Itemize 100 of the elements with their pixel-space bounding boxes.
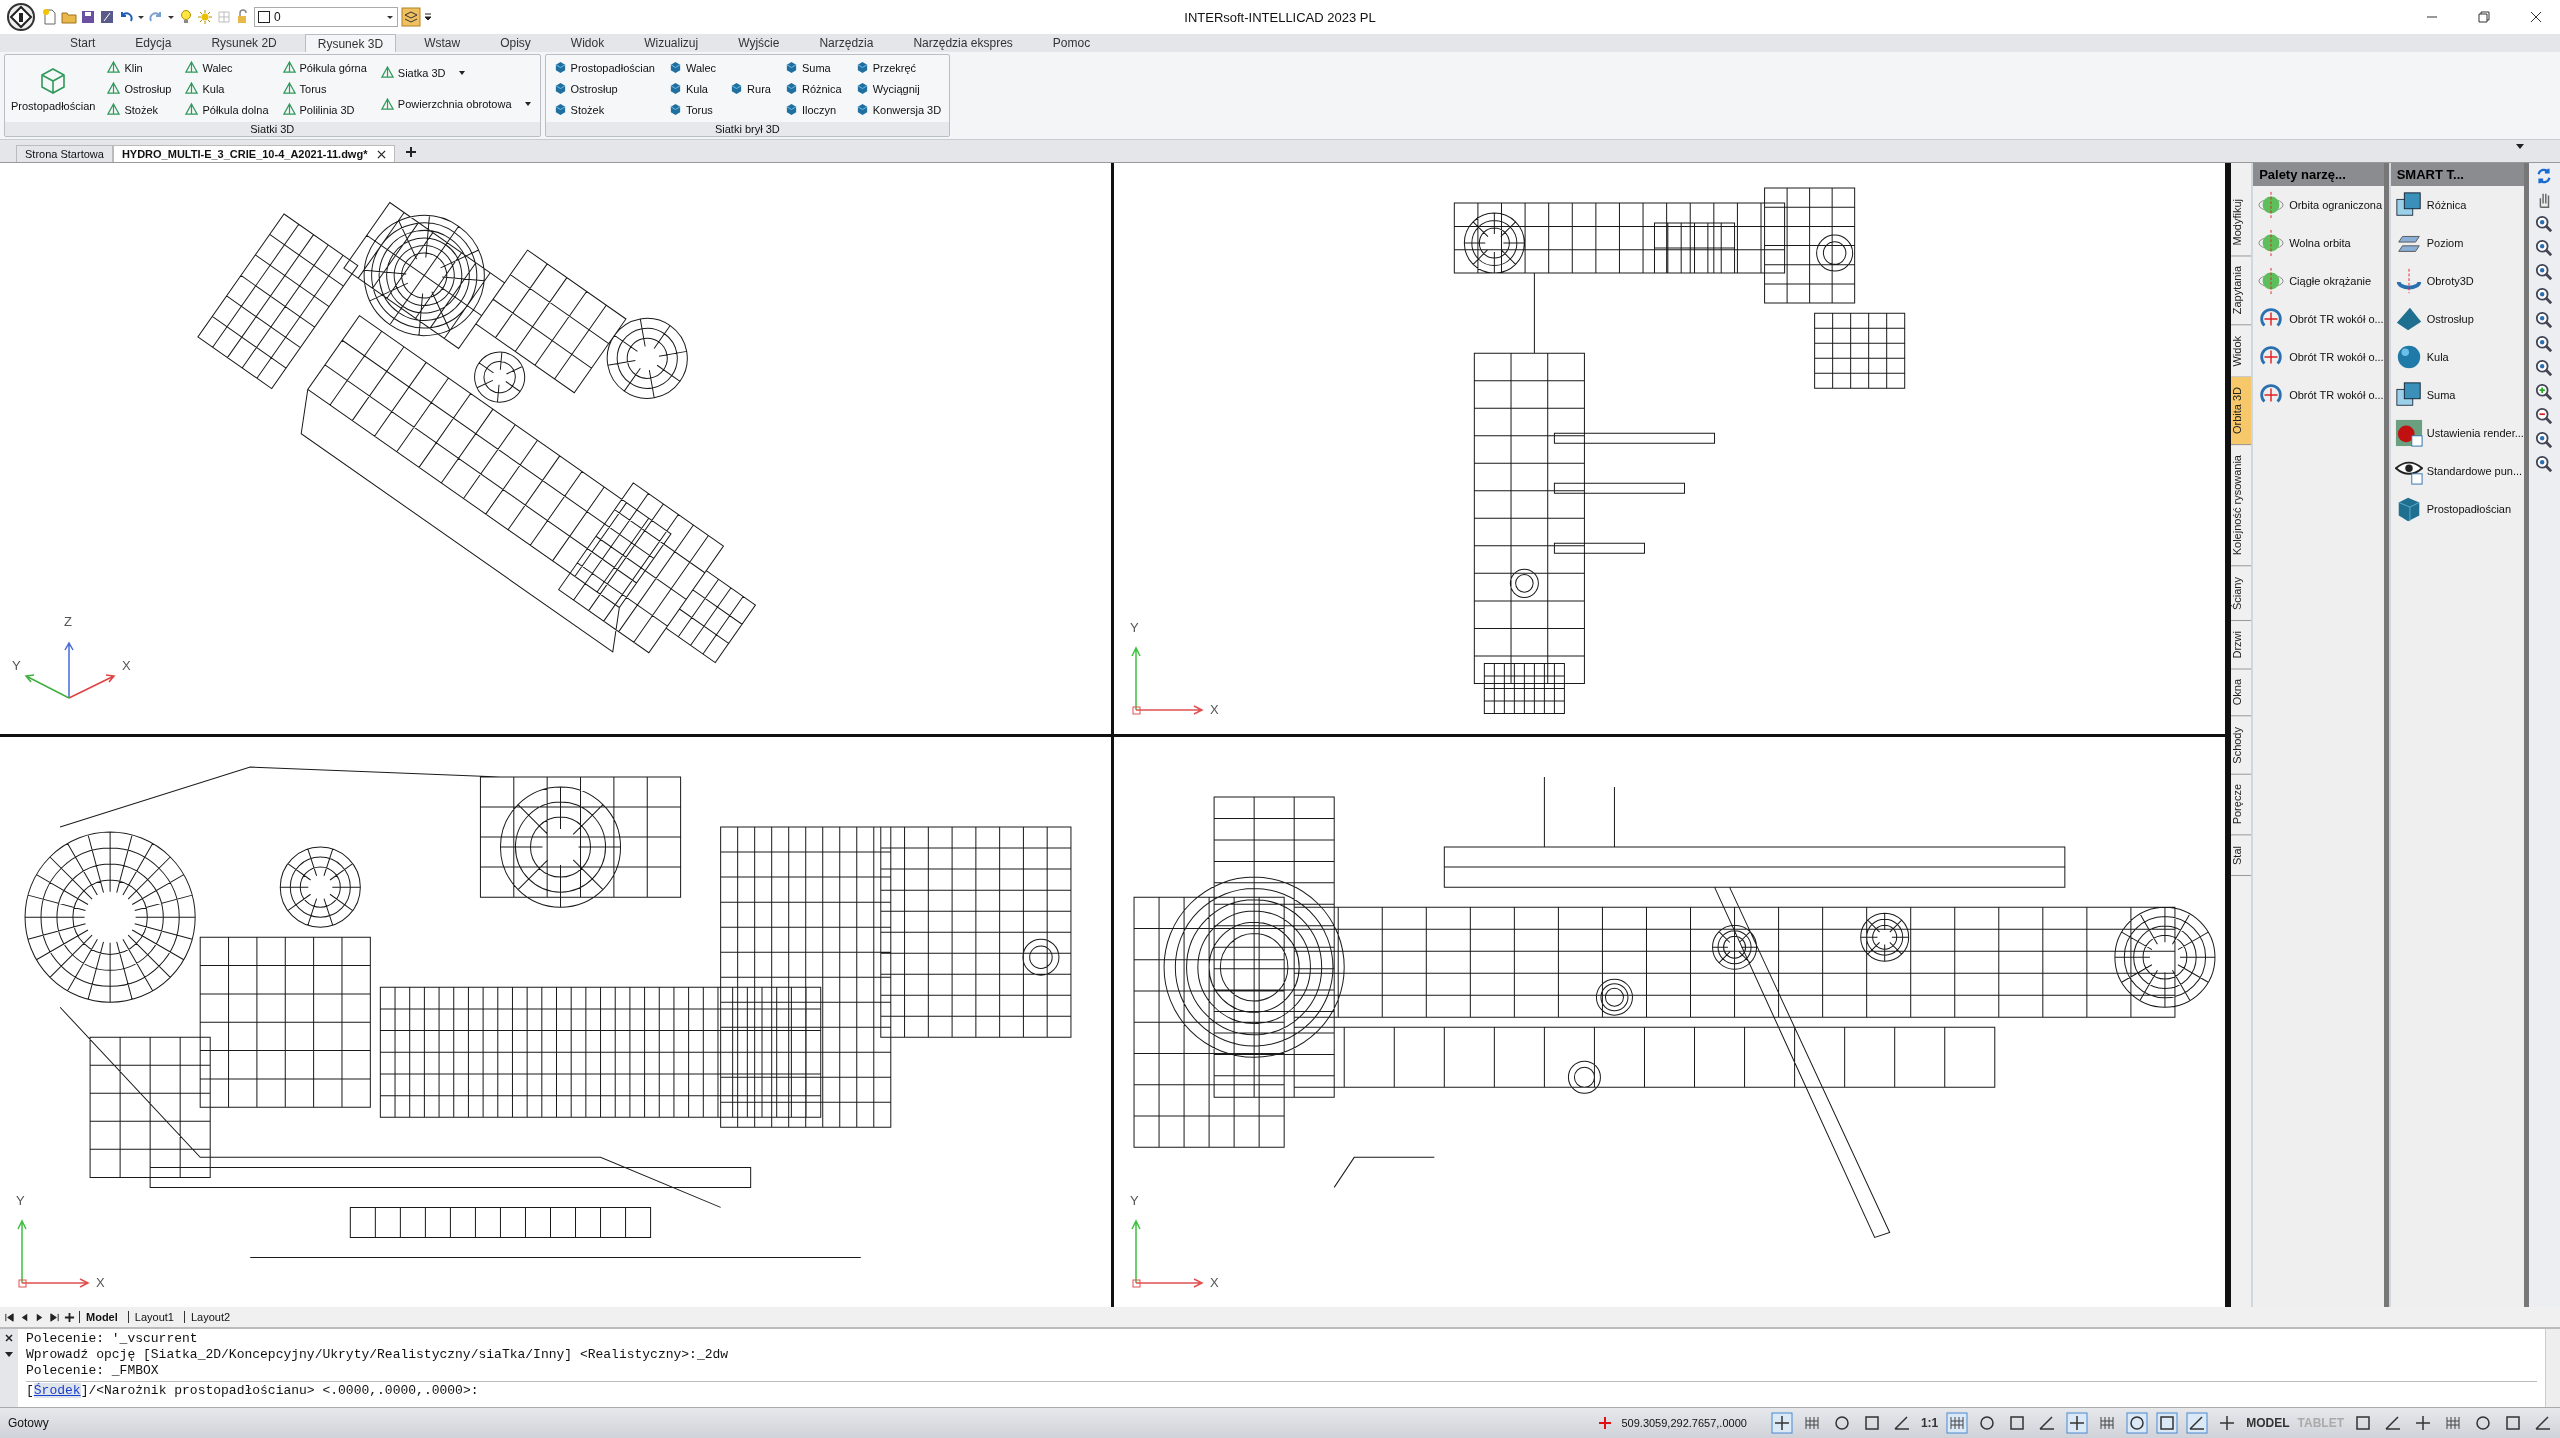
layout-tab[interactable]: Model <box>79 1311 124 1323</box>
ribbon-button[interactable]: Różnica <box>782 81 844 96</box>
ribbon-button[interactable]: Kula <box>183 81 271 96</box>
ribbon-button[interactable]: Klin <box>105 60 174 75</box>
folder-icon[interactable] <box>61 9 77 25</box>
ribbon-tab[interactable]: Edycja <box>123 34 184 52</box>
magnifier-icon[interactable] <box>2535 239 2554 257</box>
ribbon-button[interactable]: Powierzchnia obrotowa <box>378 96 534 112</box>
ribbon-button[interactable]: Stożek <box>105 102 174 117</box>
palette-item[interactable]: Obrót TR wokół o... <box>2253 338 2384 376</box>
ribbon-button[interactable]: Wyciągnij <box>853 81 944 96</box>
last-page-icon[interactable] <box>49 1311 60 1323</box>
ribbon-button[interactable]: Kula <box>666 81 719 96</box>
ribbon-tab[interactable]: Wyjście <box>726 34 792 52</box>
ribbon-tab[interactable]: Opisy <box>488 34 543 52</box>
vertical-tab[interactable]: Zapytania <box>2231 256 2252 326</box>
ribbon-tab[interactable]: Wizualizuj <box>632 34 711 52</box>
layout-tab[interactable]: Layout2 <box>183 1311 237 1323</box>
vertical-tab[interactable]: Stal <box>2231 835 2252 876</box>
magnifier-icon[interactable] <box>2535 359 2554 377</box>
vertical-tab[interactable]: Drzwi <box>2231 620 2252 670</box>
ribbon-tab[interactable]: Widok <box>558 34 617 52</box>
ribbon-button[interactable]: Ostrosłup <box>105 81 174 96</box>
status-toggle[interactable]: MODEL <box>2246 1416 2290 1430</box>
vertical-tab[interactable]: Poręcze <box>2231 774 2252 836</box>
ribbon-large-button[interactable]: Prostopadłościan <box>11 57 96 120</box>
ribbon-button[interactable]: Rura <box>728 81 773 96</box>
palette-item[interactable]: Suma <box>2390 376 2524 414</box>
caret-icon[interactable] <box>457 68 466 77</box>
plus-icon[interactable] <box>64 1311 75 1323</box>
plus-icon[interactable] <box>405 146 418 158</box>
vertical-tab[interactable]: Orbita 3D <box>2231 377 2252 446</box>
ribbon-button[interactable]: Walec <box>183 60 271 75</box>
palette-item[interactable]: Różnica <box>2390 186 2524 224</box>
ribbon-tab[interactable]: Rysunek 2D <box>199 34 289 52</box>
palette-item[interactable]: Poziom <box>2390 224 2524 262</box>
vertical-tab[interactable]: Ściany <box>2231 566 2252 621</box>
magnifier-icon[interactable] <box>2535 263 2554 281</box>
command-option-link[interactable]: Środek <box>33 1383 81 1398</box>
vertical-tab[interactable]: Widok <box>2231 325 2252 378</box>
drawing-viewport[interactable]: Y X <box>0 736 1111 1307</box>
caret-icon[interactable] <box>386 13 394 21</box>
app-logo-icon[interactable] <box>6 2 36 32</box>
ribbon-tab[interactable]: Rysunek 3D <box>304 34 397 52</box>
vertical-tab[interactable]: Schody <box>2231 716 2252 775</box>
magnifier-icon[interactable] <box>2535 431 2554 449</box>
zoom-out-icon[interactable] <box>2535 407 2554 425</box>
document-tab[interactable]: Strona Startowa <box>16 145 113 162</box>
vertical-tab[interactable]: Modyfikuj <box>2231 189 2252 257</box>
vertical-tab[interactable]: Okna <box>2231 669 2252 717</box>
palette-item[interactable]: Kula <box>2390 338 2524 376</box>
palette-item[interactable]: Obroty3D <box>2390 262 2524 300</box>
ribbon-button[interactable]: Walec <box>666 60 719 75</box>
crosshair-icon[interactable] <box>2066 1412 2089 1434</box>
ribbon-tab[interactable]: Narzędzia <box>807 34 886 52</box>
palette-item[interactable]: Ustawienia render... <box>2390 414 2524 452</box>
document-tab[interactable]: HYDRO_MULTI-E_3_CRIE_10-4_A2021-11.dwg* <box>112 145 396 162</box>
palette-item[interactable]: Ostrosłup <box>2390 300 2524 338</box>
drawing-viewport[interactable]: Y X <box>1114 736 2225 1307</box>
caret-icon[interactable] <box>4 1349 14 1359</box>
palette-item[interactable]: Obrót TR wokół o... <box>2253 300 2384 338</box>
collapse-arrow-icon[interactable] <box>2515 143 2525 151</box>
palette-item[interactable]: Prostopadłościan <box>2390 490 2524 528</box>
drawing-viewport[interactable]: Y X <box>1114 163 2225 734</box>
save-icon[interactable] <box>80 9 96 25</box>
ribbon-button[interactable]: Przekręć <box>853 60 944 75</box>
ribbon-button[interactable]: Prostopadłościan <box>551 60 657 75</box>
ribbon-button[interactable]: Półkula górna <box>280 60 369 75</box>
ribbon-button[interactable]: Stożek <box>551 102 657 117</box>
magnifier-icon[interactable] <box>2535 215 2554 233</box>
palette-item[interactable]: Wolna orbita <box>2253 224 2384 262</box>
customize-arrow-icon[interactable] <box>424 12 432 22</box>
palette-item[interactable]: Obrót TR wokół o... <box>2253 376 2384 414</box>
restore-icon[interactable] <box>2478 11 2490 23</box>
sun-icon[interactable] <box>197 9 213 25</box>
ribbon-button[interactable]: Ostrosłup <box>551 81 657 96</box>
previous-icon[interactable] <box>19 1311 30 1323</box>
ribbon-button[interactable]: Polilinia 3D <box>280 102 369 117</box>
zoom-in-icon[interactable] <box>2535 383 2554 401</box>
crosshair-icon[interactable] <box>1770 1412 1793 1434</box>
layer-dropdown[interactable]: 0 <box>254 7 398 27</box>
status-toggle[interactable]: 1:1 <box>1920 1416 1939 1430</box>
palette-item[interactable]: Standardowe pun... <box>2390 452 2524 490</box>
close-icon[interactable] <box>2530 11 2542 23</box>
next-icon[interactable] <box>34 1311 45 1323</box>
ribbon-tab[interactable]: Pomoc <box>1040 34 1103 52</box>
drawing-viewport[interactable]: Z Y X <box>0 163 1111 734</box>
ribbon-button[interactable]: Torus <box>666 102 719 117</box>
ribbon-button[interactable]: Półkula dolna <box>183 102 271 117</box>
close-icon[interactable] <box>4 1333 14 1343</box>
magnifier-icon[interactable] <box>2535 311 2554 329</box>
first-page-icon[interactable] <box>4 1311 15 1323</box>
command-prompt[interactable]: [Środek]/<Narożnik prostopadłościanu> <.0000,.0000,.0000>: <box>26 1382 2537 1400</box>
scrollbar[interactable] <box>2545 1329 2560 1407</box>
save-as-icon[interactable] <box>99 9 115 25</box>
grid-icon[interactable] <box>1946 1412 1969 1434</box>
magnifier-icon[interactable] <box>2535 287 2554 305</box>
close-icon[interactable] <box>377 149 387 159</box>
ribbon-button[interactable]: Konwersja 3D <box>853 102 944 117</box>
layout-tab[interactable]: Layout1 <box>127 1311 180 1323</box>
